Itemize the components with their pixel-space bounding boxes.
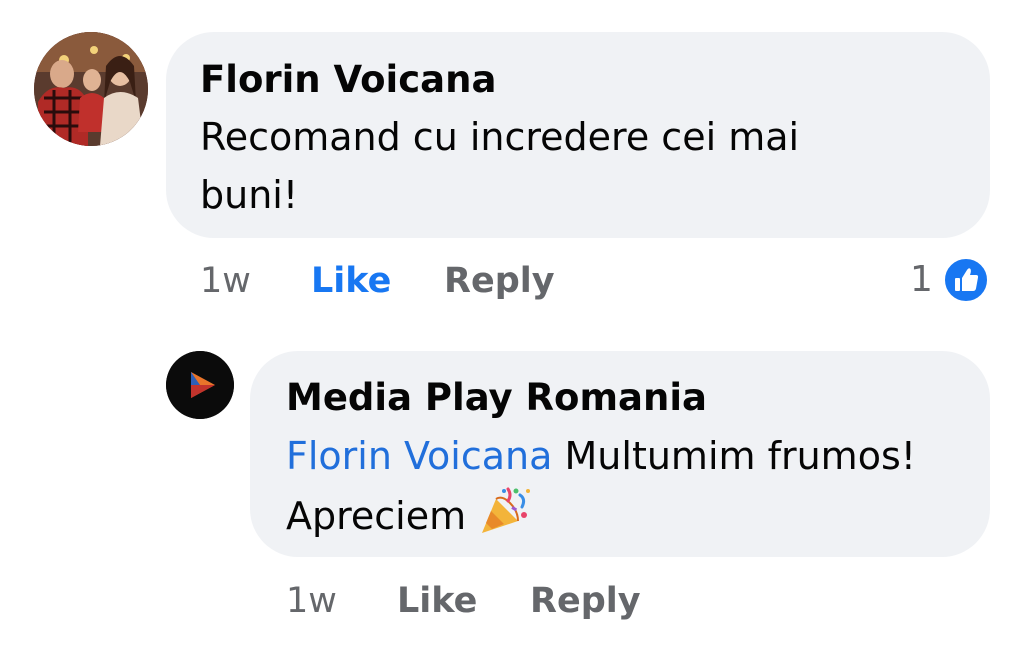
like-thumbs-up-icon[interactable]: [942, 256, 990, 304]
avatar-media-play-romania[interactable]: [166, 351, 234, 419]
reply-text: Florin Voicana Multumim frumos! Apreciem: [286, 427, 966, 545]
reaction-count[interactable]: 1: [910, 258, 933, 302]
comment-bubble-florin: Florin Voicana Recomand cu incredere cei…: [166, 32, 990, 238]
comment-author-name[interactable]: Florin Voicana: [200, 58, 496, 102]
reply-bubble-media-play: Media Play Romania Florin Voicana Multum…: [250, 351, 990, 557]
reply-button[interactable]: Reply: [444, 259, 555, 303]
reply-timestamp[interactable]: 1w: [286, 579, 337, 623]
party-popper-emoji: [478, 485, 532, 537]
reply-reply-button[interactable]: Reply: [530, 579, 641, 623]
comment-timestamp[interactable]: 1w: [200, 259, 251, 303]
avatar-florin-voicana[interactable]: [34, 32, 148, 146]
like-button[interactable]: Like: [311, 259, 391, 303]
reply-like-button[interactable]: Like: [397, 579, 477, 623]
reply-author-name[interactable]: Media Play Romania: [286, 376, 707, 420]
comment-text: Recomand cu incredere cei mai buni!: [200, 115, 800, 217]
play-triangle-logo-icon: [166, 351, 234, 419]
mention-link[interactable]: Florin Voicana: [286, 434, 552, 478]
